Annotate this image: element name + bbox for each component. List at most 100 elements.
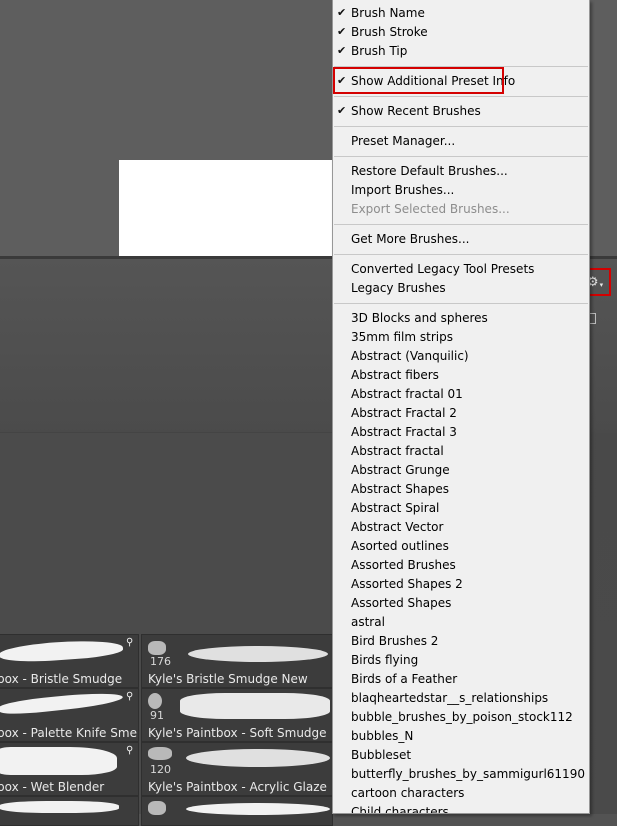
checkmark-icon: ✔ [337, 6, 347, 19]
menu-item-label: Import Brushes... [351, 183, 455, 197]
brush-pin-icon: ⚲ [126, 637, 134, 648]
menu-item-brush-library[interactable]: Abstract (Vanquilic) [333, 347, 589, 366]
menu-item-brush-library[interactable]: 3D Blocks and spheres [333, 309, 589, 328]
menu-item-brush-library[interactable]: Abstract Shapes [333, 480, 589, 499]
menu-item-brush-library[interactable]: Assorted Shapes 2 [333, 575, 589, 594]
brush-stroke-preview [0, 637, 124, 665]
menu-item-label: bubbles_N [351, 729, 414, 743]
brush-preset-item[interactable]: ⚲ box - Wet Blender [0, 742, 139, 796]
menu-item-label: Abstract fibers [351, 368, 439, 382]
brush-stroke-preview [186, 749, 330, 767]
menu-item-label: Brush Name [351, 6, 425, 20]
brush-preset-name: Kyle's Paintbox - Soft Smudge [148, 726, 327, 740]
menu-item-brush-library[interactable]: Abstract fibers [333, 366, 589, 385]
brush-preset-item[interactable]: 120 Kyle's Paintbox - Acrylic Glaze [141, 742, 333, 796]
menu-item-show-recent-brushes[interactable]: ✔ Show Recent Brushes [333, 102, 589, 121]
menu-item-label: Abstract Fractal 2 [351, 406, 457, 420]
menu-item-label: blaqheartedstar__s_relationships [351, 691, 549, 705]
brushes-panel-menu: ✔ Brush Name ✔ Brush Stroke ✔ Brush Tip … [332, 0, 590, 814]
menu-item-label: Get More Brushes... [351, 232, 470, 246]
brush-tip-thumbnail [148, 641, 166, 655]
brush-preset-grid: ⚲ box - Bristle Smudge 176 Kyle's Bristl… [0, 634, 333, 826]
menu-item-brush-library[interactable]: cartoon characters [333, 784, 589, 803]
menu-item-brush-library[interactable]: bubbles_N [333, 727, 589, 746]
menu-item-brush-library[interactable]: astral [333, 613, 589, 632]
menu-item-label: Asorted outlines [351, 539, 449, 553]
menu-item-label: Legacy Brushes [351, 281, 446, 295]
menu-item-label: Child characters [351, 805, 449, 814]
menu-item-label: Converted Legacy Tool Presets [351, 262, 535, 276]
chevron-down-icon: ▾ [599, 280, 604, 289]
menu-item-label: 3D Blocks and spheres [351, 311, 488, 325]
menu-item-label: butterfly_brushes_by_sammigurl61190 [351, 767, 585, 781]
menu-item-brush-library[interactable]: Abstract fractal 01 [333, 385, 589, 404]
brush-preset-item[interactable] [141, 796, 333, 826]
menu-item-label: Abstract fractal [351, 444, 444, 458]
menu-item-restore-default-brushes[interactable]: Restore Default Brushes... [333, 162, 589, 181]
menu-item-brush-library[interactable]: Bubbleset [333, 746, 589, 765]
menu-item-brush-library[interactable]: Assorted Brushes [333, 556, 589, 575]
menu-item-brush-stroke[interactable]: ✔ Brush Stroke [333, 23, 589, 42]
menu-item-label: Export Selected Brushes... [351, 202, 510, 216]
brush-size-count: 120 [150, 763, 171, 776]
menu-item-label: Abstract (Vanquilic) [351, 349, 469, 363]
brush-preset-item[interactable]: 91 Kyle's Paintbox - Soft Smudge [141, 688, 333, 742]
menu-item-brush-library[interactable]: Abstract fractal [333, 442, 589, 461]
menu-item-label: Abstract Grunge [351, 463, 450, 477]
checkmark-icon: ✔ [337, 25, 347, 38]
checkmark-icon: ✔ [337, 44, 347, 57]
brush-tip-thumbnail [148, 801, 166, 815]
menu-item-brush-library[interactable]: 35mm film strips [333, 328, 589, 347]
menu-separator [334, 224, 588, 225]
brush-preset-name: box - Wet Blender [0, 780, 105, 794]
menu-item-brush-library[interactable]: Abstract Spiral [333, 499, 589, 518]
menu-item-brush-name[interactable]: ✔ Brush Name [333, 4, 589, 23]
brush-preset-item[interactable]: 176 Kyle's Bristle Smudge New [141, 634, 333, 688]
menu-item-import-brushes[interactable]: Import Brushes... [333, 181, 589, 200]
menu-item-label: bubble_brushes_by_poison_stock112 [351, 710, 573, 724]
menu-item-brush-library[interactable]: bubble_brushes_by_poison_stock112 [333, 708, 589, 727]
menu-item-brush-library[interactable]: Assorted Shapes [333, 594, 589, 613]
menu-item-label: Abstract Vector [351, 520, 444, 534]
menu-separator [334, 126, 588, 127]
menu-item-brush-library[interactable]: Abstract Fractal 3 [333, 423, 589, 442]
menu-item-brush-library[interactable]: Abstract Grunge [333, 461, 589, 480]
brush-tip-thumbnail [148, 693, 162, 709]
brush-size-count: 91 [150, 709, 164, 722]
menu-item-label: Abstract fractal 01 [351, 387, 463, 401]
menu-item-legacy-brushes[interactable]: Legacy Brushes [333, 279, 589, 298]
menu-item-get-more-brushes[interactable]: Get More Brushes... [333, 230, 589, 249]
checkmark-icon: ✔ [337, 104, 347, 117]
menu-item-label: Assorted Shapes [351, 596, 452, 610]
menu-item-brush-tip[interactable]: ✔ Brush Tip [333, 42, 589, 61]
menu-item-label: Restore Default Brushes... [351, 164, 508, 178]
brush-stroke-preview [0, 747, 117, 775]
menu-item-converted-legacy-tool-presets[interactable]: Converted Legacy Tool Presets [333, 260, 589, 279]
menu-item-label: Brush Tip [351, 44, 408, 58]
menu-separator [334, 254, 588, 255]
menu-item-brush-library[interactable]: Abstract Vector [333, 518, 589, 537]
menu-item-label: Brush Stroke [351, 25, 428, 39]
brush-pin-icon: ⚲ [126, 691, 134, 702]
brush-stroke-preview [0, 689, 124, 717]
brush-preset-item[interactable]: ⚲ box - Palette Knife Sme... [0, 688, 139, 742]
brush-stroke-preview [0, 801, 119, 813]
menu-item-brush-library[interactable]: Abstract Fractal 2 [333, 404, 589, 423]
brush-preset-name: Kyle's Paintbox - Acrylic Glaze [148, 780, 327, 794]
brush-preset-item[interactable] [0, 796, 139, 826]
brush-preset-item[interactable]: ⚲ box - Bristle Smudge [0, 634, 139, 688]
menu-item-brush-library[interactable]: Child characters [333, 803, 589, 814]
brush-preset-name: box - Bristle Smudge [0, 672, 123, 686]
brush-stroke-preview [180, 693, 330, 719]
menu-item-brush-library[interactable]: butterfly_brushes_by_sammigurl61190 [333, 765, 589, 784]
menu-item-label: Assorted Brushes [351, 558, 456, 572]
menu-item-brush-library[interactable]: Birds of a Feather [333, 670, 589, 689]
menu-item-brush-library[interactable]: Bird Brushes 2 [333, 632, 589, 651]
menu-item-brush-library[interactable]: Asorted outlines [333, 537, 589, 556]
menu-separator [334, 156, 588, 157]
menu-item-brush-library[interactable]: blaqheartedstar__s_relationships [333, 689, 589, 708]
brush-size-count: 176 [150, 655, 171, 668]
menu-item-preset-manager[interactable]: Preset Manager... [333, 132, 589, 151]
menu-item-brush-library[interactable]: Birds flying [333, 651, 589, 670]
document-canvas[interactable] [119, 160, 341, 256]
